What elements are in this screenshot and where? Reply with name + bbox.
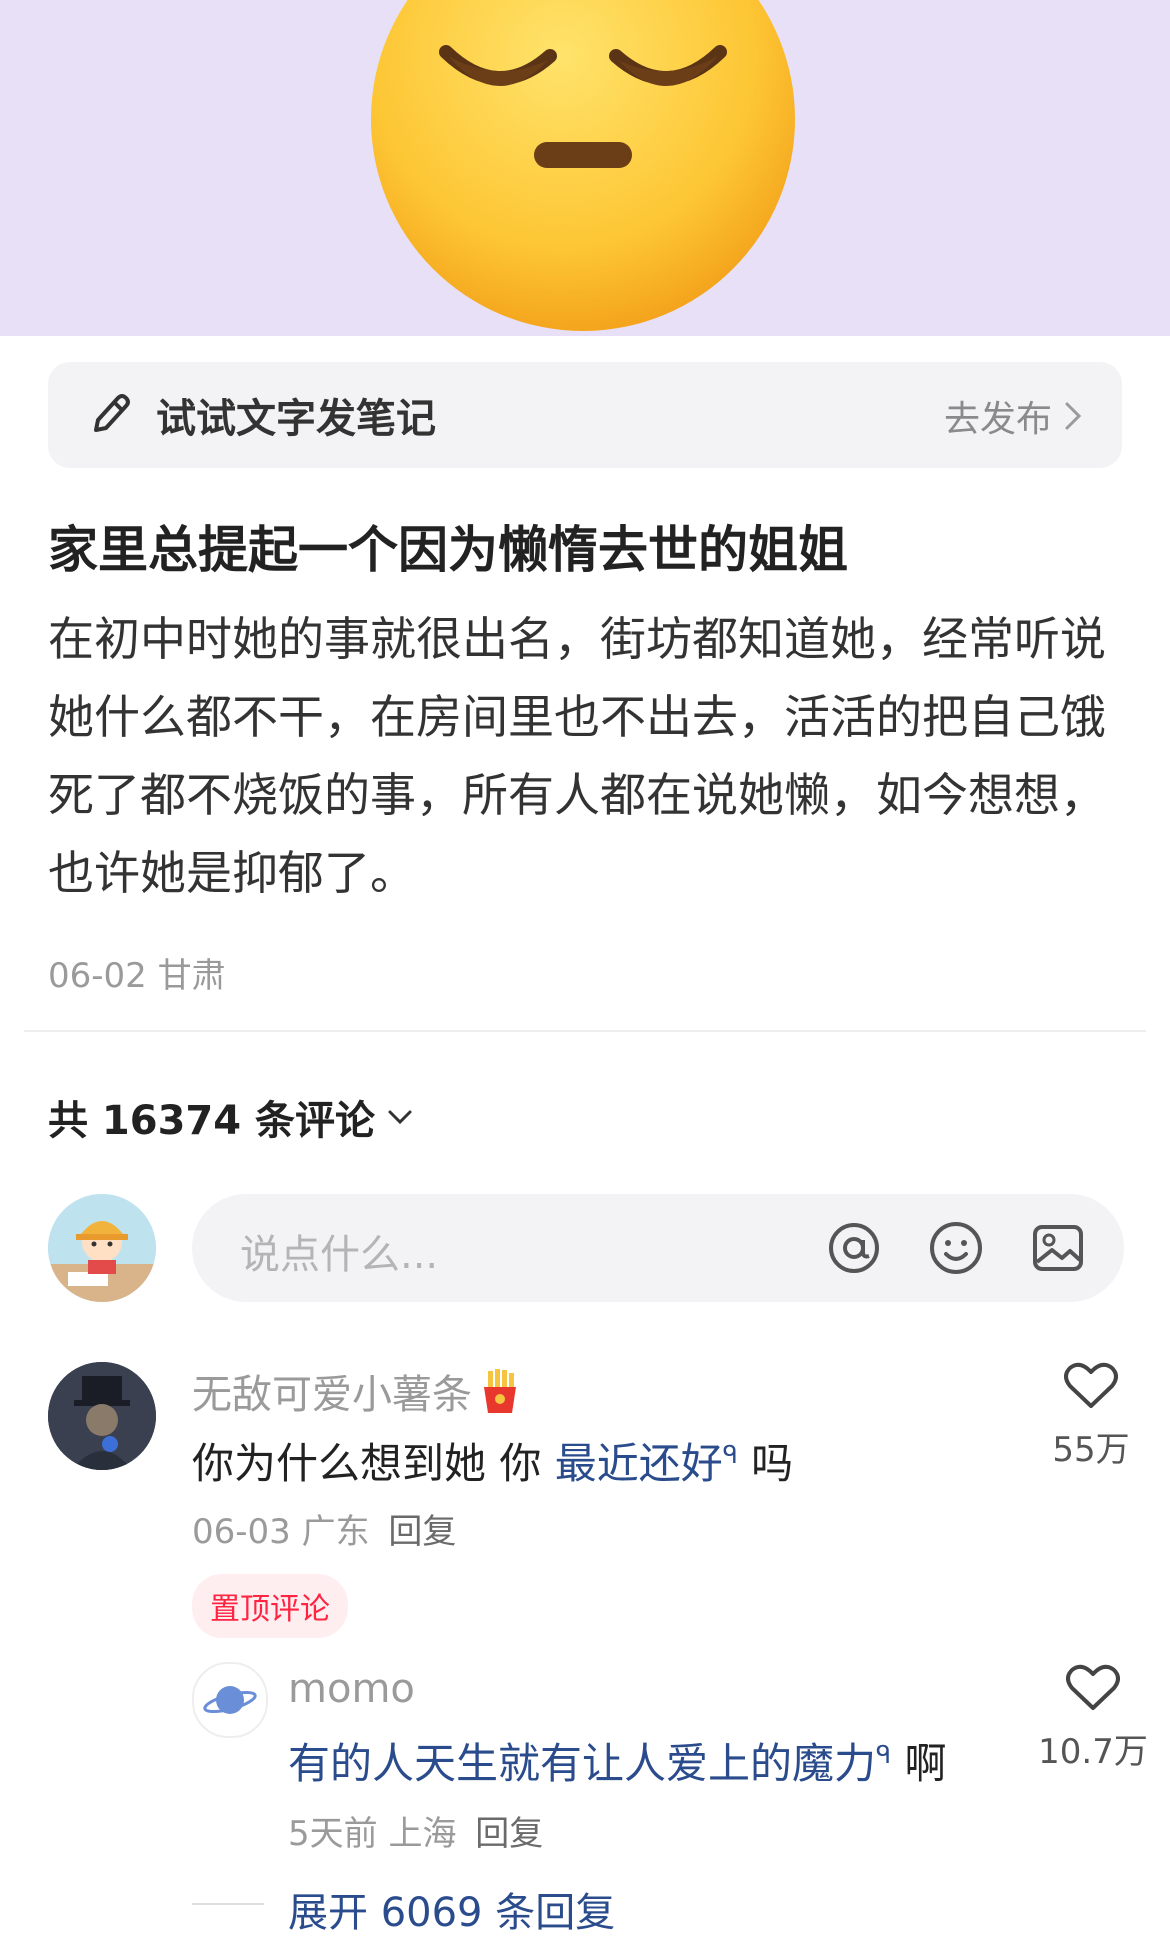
search-small-icon: ᑫ [876, 1741, 892, 1769]
chevron-down-icon [388, 1110, 412, 1125]
reply-button[interactable]: 回复 [388, 1512, 456, 1552]
comment-like[interactable]: 55万 [1046, 1362, 1136, 1471]
reply-text: 有的人天生就有让人爱上的魔力ᑫ 啊 [288, 1730, 946, 1791]
search-small-icon: ᑫ [722, 1441, 738, 1469]
commenter-avatar[interactable] [48, 1362, 156, 1470]
reply-like[interactable]: 10.7万 [1038, 1664, 1148, 1773]
prompt-label: 试试文字发笔记 [156, 396, 436, 442]
comment-count-label: 共 16374 条评论 [48, 1098, 376, 1144]
text-note-prompt[interactable]: 试试文字发笔记 去发布 [48, 362, 1122, 468]
note-date: 06-02 [48, 956, 147, 996]
reply-meta: 5天前 上海 回复 [288, 1806, 543, 1855]
publish-link-label: 去发布 [943, 399, 1052, 440]
comment-input-placeholder: 说点什么... [240, 1232, 439, 1278]
publish-link[interactable]: 去发布 [944, 390, 1082, 442]
expand-replies-button[interactable]: 展开 6069 条回复 [288, 1880, 615, 1938]
fries-emoji-icon [484, 1369, 516, 1413]
reply-like-count: 10.7万 [1038, 1732, 1148, 1772]
expand-divider [192, 1903, 264, 1905]
note-image[interactable] [0, 0, 1170, 336]
comment-text: 你为什么想到她 你 最近还好ᑫ 吗 [192, 1430, 793, 1491]
mention-icon[interactable] [826, 1220, 882, 1276]
image-icon[interactable] [1030, 1220, 1086, 1276]
comment-like-count: 55万 [1052, 1430, 1130, 1470]
search-link-text: 有的人天生就有让人爱上的魔力 [288, 1739, 877, 1788]
reply-button[interactable]: 回复 [475, 1814, 543, 1854]
search-link[interactable]: 最近还好ᑫ [555, 1439, 738, 1488]
note-title: 家里总提起一个因为懒惰去世的姐姐 [48, 521, 848, 579]
reply-username[interactable]: momo [288, 1666, 415, 1712]
comment-location: 广东 [301, 1512, 370, 1552]
sleepy-face-emoji-icon [371, 0, 795, 331]
note-meta: 06-02 甘肃 [48, 948, 226, 997]
emoji-icon[interactable] [928, 1220, 984, 1276]
comment-input[interactable]: 说点什么... [192, 1194, 1124, 1302]
comment-date: 06-03 [192, 1512, 291, 1552]
pinned-badge: 置顶评论 [192, 1574, 348, 1638]
comment-meta: 06-03 广东 回复 [192, 1504, 456, 1553]
heart-icon [1064, 1362, 1118, 1408]
comment-text-part: 你为什么想到她 你 [192, 1439, 555, 1488]
reply-location: 上海 [388, 1814, 457, 1854]
divider [24, 1030, 1146, 1032]
chevron-right-icon [1065, 402, 1082, 430]
reply-avatar[interactable] [192, 1662, 268, 1738]
reply-date: 5天前 [288, 1814, 378, 1854]
pen-icon [94, 394, 130, 432]
search-link-text: 最近还好 [554, 1439, 723, 1488]
search-link[interactable]: 有的人天生就有让人爱上的魔力ᑫ [288, 1739, 891, 1788]
planet-avatar-icon [203, 1686, 257, 1714]
commenter-username[interactable]: 无敌可爱小薯条 [192, 1362, 522, 1420]
comment-text-tail: 吗 [737, 1439, 794, 1488]
commenter-username-text: 无敌可爱小薯条 [192, 1372, 472, 1418]
my-avatar[interactable] [48, 1194, 156, 1302]
note-body: 在初中时她的事就很出名，街坊都知道她，经常听说她什么都不干，在房间里也不出去，活… [48, 612, 1106, 900]
note-location: 甘肃 [157, 956, 226, 996]
cartoon-girl-avatar-icon [48, 1194, 156, 1302]
reply-text-tail: 啊 [891, 1739, 947, 1788]
hat-figure-avatar-icon [48, 1362, 156, 1470]
heart-icon [1066, 1664, 1120, 1710]
comment-count-sort[interactable]: 共 16374 条评论 [48, 1088, 413, 1146]
